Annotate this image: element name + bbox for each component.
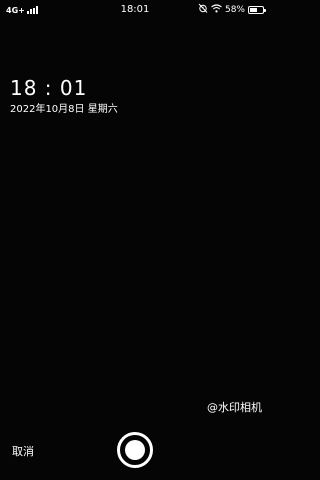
status-right: 58% [198,3,266,16]
alarm-off-icon [198,3,208,16]
watermark-time: 18 : 01 [10,76,88,100]
battery-fill [250,7,257,12]
shutter-button[interactable] [117,432,153,468]
battery-icon [248,5,266,14]
battery-percent: 58% [224,4,245,15]
wifi-icon [211,3,222,16]
watermark-date: 2022年10月8日 星期六 [10,104,118,115]
cancel-button[interactable]: 取消 [12,443,34,459]
status-bar: 4G+ 18:01 58% [0,0,270,20]
shutter-icon [125,440,145,460]
watermark-brand: @水印相机 [207,401,262,414]
